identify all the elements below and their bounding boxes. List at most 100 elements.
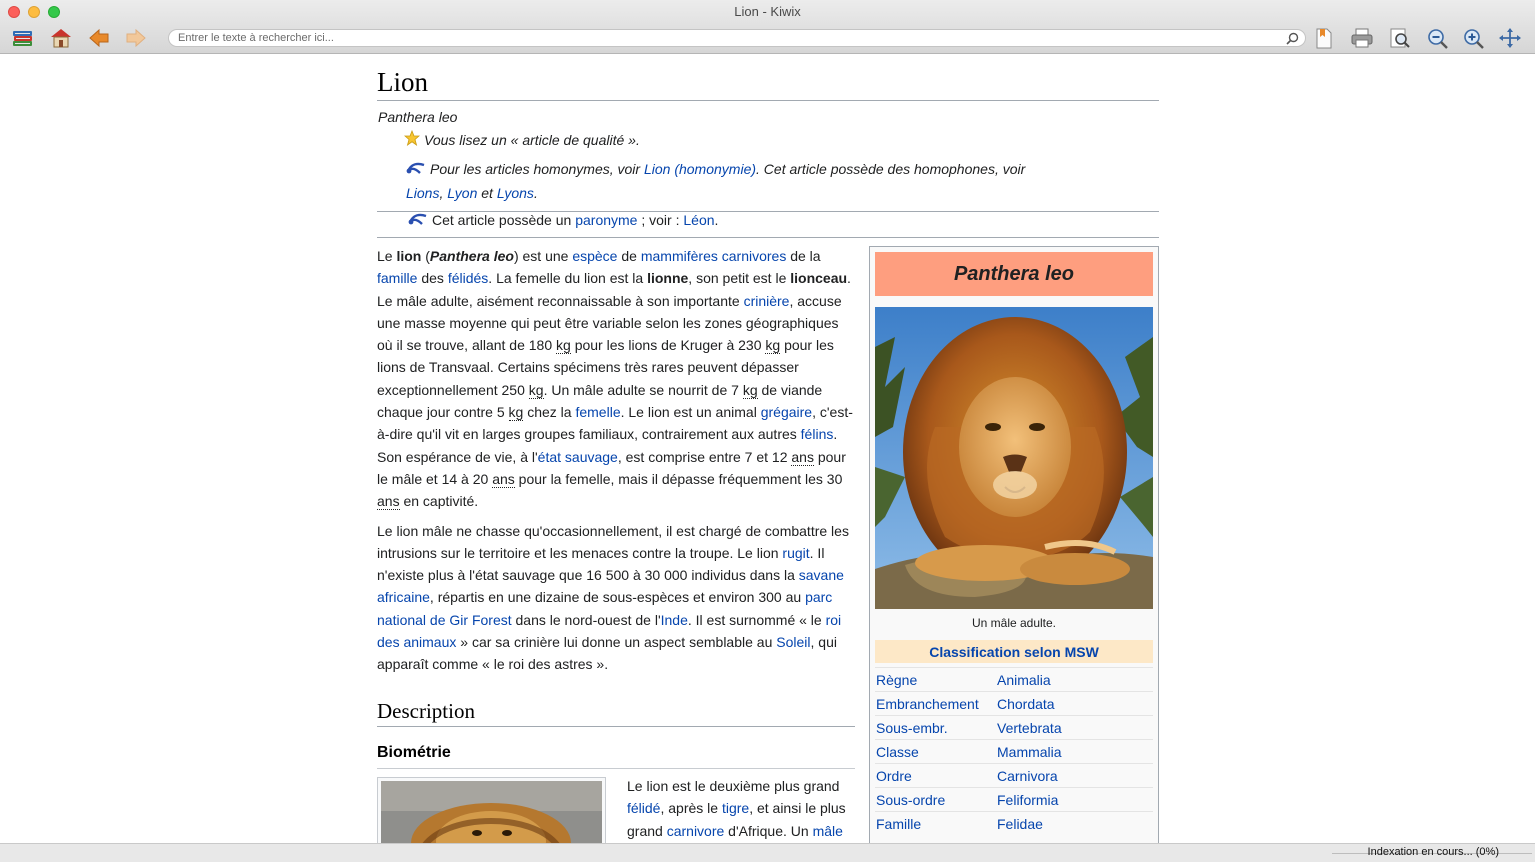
hatnote-divider-bottom — [377, 237, 1159, 238]
text-run: » car sa crinière lui donne un aspect se… — [456, 634, 777, 651]
text-run: Le — [377, 248, 397, 264]
bold-term: lion — [396, 248, 422, 264]
section-heading-description: Description — [377, 699, 855, 727]
classification-rank[interactable]: Classe — [875, 744, 997, 760]
classification-value[interactable]: Felidae — [997, 816, 1043, 832]
unit-abbreviation: ans — [492, 470, 515, 488]
text-run: de — [617, 248, 641, 264]
text-run: . Le lion est un animal — [620, 404, 761, 421]
article-link[interactable]: mâle — [813, 823, 843, 839]
search-icon[interactable] — [1286, 32, 1299, 50]
classification-row: Sous-ordre Feliformia — [875, 787, 1153, 811]
search-input[interactable] — [178, 31, 1278, 45]
kiwix-window: Lion - Kiwix Entrer le texte à recherche… — [0, 0, 1535, 862]
classification-rank[interactable]: Sous-embr. — [875, 720, 997, 736]
text-run: . La femelle du lion est la — [488, 270, 648, 287]
classification-row: Famille Felidae — [875, 811, 1153, 835]
taxobox: Panthera leo Un mâle adulte. Classificat… — [869, 246, 1159, 843]
article-link[interactable]: tigre — [722, 800, 749, 816]
text-run: ) est une — [513, 248, 573, 264]
text-run: Le lion est le deuxième plus grand — [627, 778, 840, 794]
article-link[interactable]: espèce — [572, 248, 617, 264]
taxobox-title: Panthera leo — [875, 252, 1153, 296]
classification-value[interactable]: Chordata — [997, 696, 1055, 712]
article-viewport[interactable]: Lion Panthera leo Vous lisez un « articl… — [0, 55, 1535, 843]
intro-paragraph-1: Le lion (Panthera leo) est une espèce de… — [377, 245, 855, 513]
forward-arrow-icon[interactable] — [124, 27, 148, 49]
classification-value[interactable]: Vertebrata — [997, 720, 1062, 736]
article-link[interactable]: félidé — [627, 800, 660, 816]
homonymie-hatnote: Pour les articles homonymes, voir Lion (… — [406, 158, 1046, 205]
bold-term: lionne — [647, 270, 689, 287]
home-icon[interactable] — [49, 27, 73, 49]
classification-value[interactable]: Carnivora — [997, 768, 1058, 784]
classification-value[interactable]: Mammalia — [997, 744, 1062, 760]
classification-row: Sous-embr. Vertebrata — [875, 715, 1153, 739]
biometrie-thumbnail[interactable] — [377, 777, 606, 843]
text-run: , après le — [660, 800, 722, 817]
biometrie-text: Le lion est le deuxième plus grand félid… — [627, 775, 857, 842]
link-lyon[interactable]: Lyon — [447, 185, 477, 201]
lion-photo-thumbnail — [381, 781, 602, 843]
lion-main-photo[interactable] — [875, 307, 1153, 609]
bold-term: lionceau — [790, 270, 848, 287]
classification-row: Règne Animalia — [875, 667, 1153, 691]
star-icon — [403, 129, 421, 153]
classification-rank[interactable]: Famille — [875, 816, 997, 832]
text-run: pour la femelle, mais il dépasse fréquem… — [514, 470, 843, 487]
back-arrow-icon[interactable] — [87, 27, 111, 49]
classification-header[interactable]: Classification selon MSW — [875, 640, 1153, 663]
text-run: des — [417, 270, 448, 287]
link-lyons[interactable]: Lyons — [497, 185, 534, 201]
article-link[interactable]: félins — [801, 426, 834, 442]
article-link[interactable]: félidés — [448, 270, 488, 286]
page-subtitle: Panthera leo — [378, 109, 458, 125]
article-link[interactable]: famille — [377, 270, 417, 286]
classification-row: Classe Mammalia — [875, 739, 1153, 763]
text-run: d'Afrique. Un — [724, 822, 813, 839]
text-run: . Un mâle adulte se nourrit de 7 — [543, 381, 743, 398]
article-link[interactable]: rugit — [782, 545, 809, 561]
classification-row: Ordre Carnivora — [875, 763, 1153, 787]
classification-value[interactable]: Animalia — [997, 672, 1051, 688]
unit-abbreviation: kg — [508, 404, 524, 422]
article-link[interactable]: crinière — [744, 293, 790, 309]
link-lions[interactable]: Lions — [406, 185, 439, 201]
zoom-in-icon[interactable] — [1462, 27, 1486, 49]
article-link[interactable]: mammifères carnivores — [641, 248, 786, 264]
library-icon[interactable] — [11, 27, 35, 49]
text-run: en captivité. — [399, 493, 479, 510]
text-run: de la — [786, 248, 821, 264]
article-link[interactable]: état sauvage — [538, 449, 618, 465]
disambiguation-icon — [408, 210, 428, 233]
fullscreen-icon[interactable] — [1498, 27, 1522, 49]
classification-rank[interactable]: Règne — [875, 672, 997, 688]
classification-row: Embranchement Chordata — [875, 691, 1153, 715]
window-title: Lion - Kiwix — [734, 4, 801, 19]
classification-table: Règne Animalia Embranchement Chordata Sous-e… — [875, 667, 1153, 835]
classification-rank[interactable]: Ordre — [875, 768, 997, 784]
text-run: Le lion mâle ne chasse qu'occasionnellem… — [377, 522, 849, 561]
search-field[interactable] — [168, 29, 1306, 47]
link-lion-homonymie[interactable]: Lion (homonymie) — [644, 161, 756, 177]
article-link[interactable]: carnivore — [667, 823, 725, 839]
classification-rank[interactable]: Embranchement — [875, 696, 997, 712]
article-link[interactable]: femelle — [575, 404, 620, 420]
classification-rank[interactable]: Sous-ordre — [875, 792, 997, 808]
text-run: ( — [421, 248, 430, 264]
find-in-page-icon[interactable] — [1388, 27, 1412, 49]
zoom-out-icon[interactable] — [1426, 27, 1450, 49]
article-link[interactable]: Inde — [661, 612, 688, 628]
text-run: pour les lions de Kruger à 230 — [570, 337, 766, 354]
unit-abbreviation: ans — [791, 448, 814, 466]
classification-value[interactable]: Feliformia — [997, 792, 1058, 808]
print-icon[interactable] — [1350, 27, 1374, 49]
text-run: . Il est surnommé « le — [687, 611, 826, 628]
article-link[interactable]: Soleil — [776, 634, 810, 650]
subsection-heading-biometrie: Biométrie — [377, 744, 451, 761]
link-paronyme[interactable]: paronyme — [575, 212, 637, 228]
article-link[interactable]: grégaire — [761, 404, 812, 420]
text-run: chez la — [523, 404, 576, 421]
bookmark-icon[interactable] — [1312, 27, 1336, 49]
link-leon[interactable]: Léon — [683, 212, 714, 228]
